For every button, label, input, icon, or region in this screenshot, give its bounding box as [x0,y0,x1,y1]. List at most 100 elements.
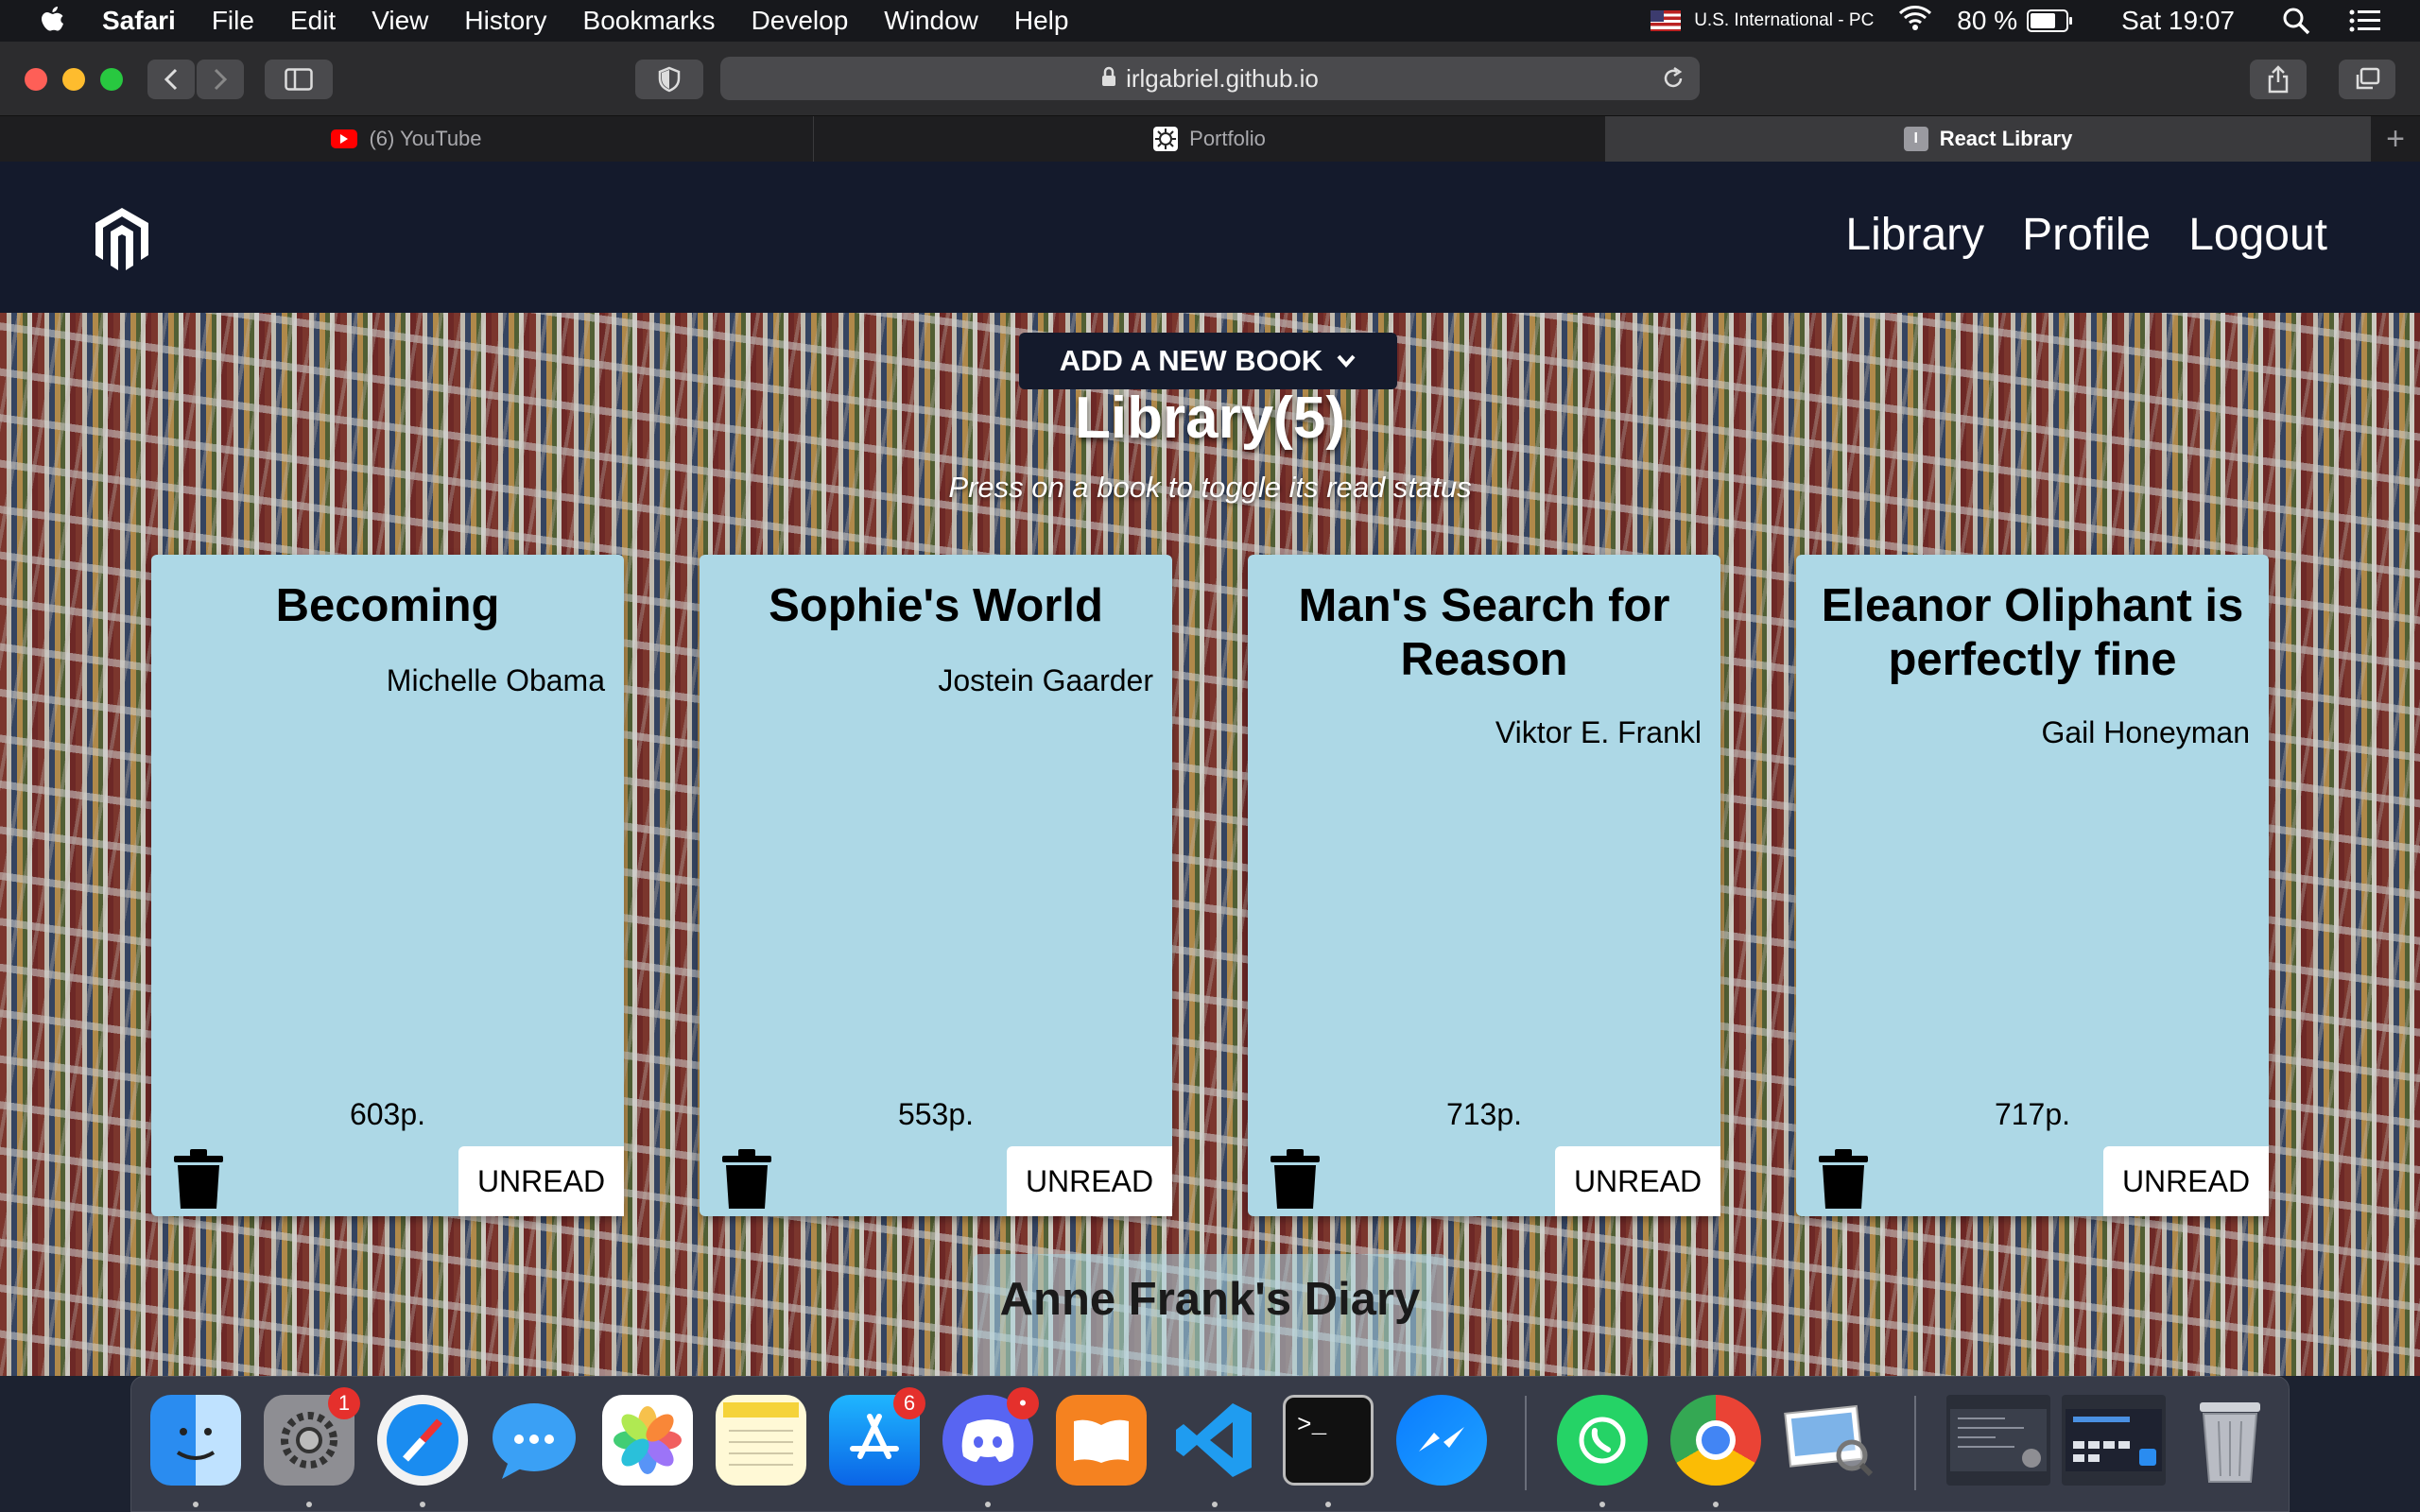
chevron-down-icon [1337,354,1356,369]
new-tab-button[interactable]: + [2371,116,2420,162]
trash-icon[interactable] [172,1148,225,1215]
forward-button[interactable] [197,60,244,99]
web-page: Library Profile Logout ADD A NEW BOOK Li… [0,162,2420,1376]
running-indicator [193,1502,199,1507]
app-menu-safari[interactable]: Safari [102,6,176,36]
dock-separator [1914,1396,1916,1490]
notification-center-icon[interactable] [2348,8,2382,34]
trash-icon[interactable] [720,1148,773,1215]
menu-view[interactable]: View [372,6,428,36]
read-status-button[interactable]: UNREAD [458,1146,624,1216]
app-store-icon[interactable]: 6 [829,1387,925,1486]
book-title: Becoming [275,580,500,631]
battery-percent: 80 % [1957,6,2018,35]
notification-badge: 6 [893,1387,925,1419]
book-title: Eleanor Oliphant is perfectly fine [1821,580,2244,685]
menu-develop[interactable]: Develop [752,6,849,36]
book-card-partial[interactable]: Anne Frank's Diary [974,1254,1446,1376]
running-indicator [1325,1502,1331,1507]
trash-icon[interactable] [1269,1148,1322,1215]
system-preferences-icon[interactable]: 1 [264,1387,360,1486]
window-thumbnail-2[interactable] [2062,1395,2166,1486]
photos-icon[interactable] [602,1395,693,1486]
finder-icon[interactable] [150,1395,241,1486]
zoom-window-button[interactable] [100,68,123,91]
book-pages: 713p. [1445,1097,1523,1131]
apple-menu-icon[interactable] [36,4,70,38]
nav-library[interactable]: Library [1845,209,1984,261]
book-author: Viktor E. Frankl [1495,715,1702,749]
show-all-tabs-button[interactable] [2339,60,2395,99]
safari-icon[interactable] [377,1395,468,1486]
spotlight-search-icon[interactable] [2282,7,2310,35]
clock[interactable]: Sat 19:07 [2121,6,2235,36]
menu-file[interactable]: File [212,6,254,36]
menu-window[interactable]: Window [884,6,978,36]
book-card[interactable]: Man's Search for Reason Viktor E. Frankl… [1248,555,1720,1216]
vscode-icon[interactable] [1169,1395,1260,1486]
tab-react-library[interactable]: I React Library [1606,116,2371,162]
chrome-icon[interactable] [1670,1395,1761,1486]
tab-label: (6) YouTube [369,127,482,150]
add-new-book-button[interactable]: ADD A NEW BOOK [1019,333,1397,389]
trash-icon[interactable] [1817,1148,1870,1215]
portfolio-favicon [1153,127,1179,151]
tab-youtube[interactable]: (6) YouTube [0,116,814,162]
messenger-icon[interactable] [1396,1395,1487,1486]
book-card[interactable]: Becoming Michelle Obama 603p. UNREAD [151,555,624,1216]
close-window-button[interactable] [25,68,47,91]
wifi-icon[interactable] [1898,5,1932,38]
tab-label: React Library [1939,127,2073,150]
share-button[interactable] [2250,60,2307,99]
whatsapp-icon[interactable] [1557,1395,1648,1486]
us-flag-icon[interactable] [1651,10,1682,31]
menu-history[interactable]: History [464,6,546,36]
running-indicator [420,1502,425,1507]
privacy-report-button[interactable] [635,60,703,99]
dock: 1 6 • >_ [130,1376,2290,1512]
discord-icon[interactable]: • [942,1387,1039,1486]
notes-icon[interactable] [716,1395,806,1486]
react-library-favicon: I [1903,127,1928,151]
messages-icon[interactable] [489,1395,579,1486]
books-icon[interactable] [1056,1395,1147,1486]
page-subtitle: Press on a book to toggle its read statu… [948,471,1472,504]
youtube-icon [331,129,358,148]
share-icon [2268,65,2289,94]
site-logo-icon[interactable] [93,206,151,277]
tab-portfolio[interactable]: Portfolio [814,116,1606,162]
menu-bookmarks[interactable]: Bookmarks [583,6,716,36]
reload-icon[interactable] [1660,65,1686,98]
back-button[interactable] [147,60,195,99]
nav-profile[interactable]: Profile [2022,209,2151,261]
book-title: Anne Frank's Diary [999,1274,1421,1325]
read-status-button[interactable]: UNREAD [2103,1146,2269,1216]
preview-icon[interactable] [1784,1395,1875,1486]
book-pages: 717p. [1994,1097,2071,1131]
chevron-right-icon [214,68,228,91]
read-status-button[interactable]: UNREAD [1007,1146,1172,1216]
menu-help[interactable]: Help [1014,6,1069,36]
book-card[interactable]: Eleanor Oliphant is perfectly fine Gail … [1796,555,2269,1216]
chevron-left-icon [164,68,178,91]
tab-bar: (6) YouTube Portfolio I React Library + [0,116,2420,162]
tabs-overview-icon [2356,67,2380,90]
battery-icon[interactable] [2027,9,2073,32]
minimize-window-button[interactable] [62,68,85,91]
status-area: U.S. International - PC 80 % Sat 19:07 [1651,0,2420,42]
trash-icon[interactable] [2185,1395,2275,1486]
nav-logout[interactable]: Logout [2188,209,2327,261]
window-thumbnail-1[interactable] [1946,1395,2050,1486]
running-indicator [306,1502,312,1507]
menu-edit[interactable]: Edit [290,6,336,36]
notification-badge: • [1007,1387,1039,1419]
desktop-bottom: 1 6 • >_ [0,1376,2420,1512]
read-status-button[interactable]: UNREAD [1555,1146,1720,1216]
address-bar[interactable]: irlgabriel.github.io [720,57,1700,100]
book-author: Gail Honeyman [2041,715,2250,749]
book-card[interactable]: Sophie's World Jostein Gaarder 553p. UNR… [700,555,1172,1216]
add-book-label: ADD A NEW BOOK [1059,344,1323,377]
sidebar-toggle-button[interactable] [265,60,333,99]
terminal-icon[interactable]: >_ [1283,1395,1374,1486]
keyboard-layout[interactable]: U.S. International - PC [1694,10,1874,31]
